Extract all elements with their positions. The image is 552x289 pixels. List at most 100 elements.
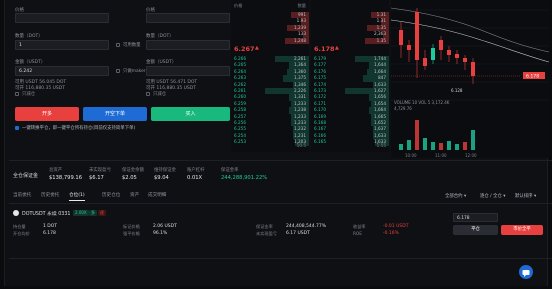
- left-price-input[interactable]: [15, 13, 109, 23]
- filter-select[interactable]: 全部合约 ▾: [445, 193, 466, 199]
- tab-item[interactable]: 历史仓位: [102, 192, 120, 198]
- candle-body: [463, 58, 467, 62]
- candle-body: [415, 12, 419, 60]
- volume-bar: [423, 138, 427, 150]
- candle-body: [455, 54, 459, 58]
- right-reduce-label: 只减仓: [153, 92, 167, 97]
- ask-size: 1.93: [296, 18, 306, 24]
- position-symbol[interactable]: DOTUSDT 永续 0331: [22, 210, 70, 217]
- bid-size: 2,226: [294, 88, 306, 93]
- filter-select[interactable]: 默认排序 ▾: [515, 193, 536, 199]
- low-tag: 6.128: [451, 88, 463, 93]
- bid-price: 6.175: [314, 75, 326, 81]
- bid-size: 1,644: [374, 62, 386, 68]
- bid-price: 6.169: [314, 113, 326, 119]
- bid-size: 1,346: [294, 81, 306, 87]
- book-footer: 10.5: [296, 143, 306, 148]
- right-amount-input[interactable]: [146, 66, 230, 76]
- green-action-button[interactable]: 买入: [151, 107, 230, 121]
- account-item-value: $9.04: [154, 175, 169, 181]
- right-price-input[interactable]: [146, 13, 230, 23]
- close-price-input[interactable]: 6.178: [453, 213, 498, 222]
- bid-size: 847: [378, 75, 386, 81]
- ask-size: 1.31: [376, 12, 386, 17]
- account-item-value: $6.17: [89, 175, 104, 181]
- open-short-button[interactable]: 开空下单: [83, 107, 147, 121]
- position-field-value: 6.178: [43, 231, 56, 236]
- note-checkbox[interactable]: [15, 126, 19, 130]
- candle-body: [447, 50, 451, 55]
- bid-price: 6.255: [234, 126, 246, 132]
- position-field-value: 1 DOT: [43, 224, 58, 229]
- position-field-value: 244,408,544.77%: [286, 224, 327, 229]
- bid-size: 1,364: [294, 62, 306, 68]
- candle-body: [423, 58, 427, 66]
- bid-price: 6.261: [234, 88, 246, 93]
- tab-item[interactable]: 当前委托: [13, 192, 31, 198]
- volume-bar: [439, 143, 443, 150]
- bid-size: 1,331: [294, 94, 306, 100]
- bid-price: 6.260: [234, 94, 246, 100]
- volume-bar: [431, 142, 435, 150]
- position-field-label: ROE: [353, 231, 362, 236]
- filter-select[interactable]: 逐仓 / 全仓 ▾: [480, 193, 505, 199]
- bid-price: 6.177: [314, 62, 326, 68]
- x-tick: 12:00: [465, 153, 477, 158]
- ask-size: 1.35: [376, 37, 386, 43]
- account-item-label: 保证金率: [221, 168, 239, 173]
- market-close-button[interactable]: 市价全平: [501, 225, 543, 235]
- bid-size: 1,633: [374, 81, 386, 87]
- candle-body: [399, 30, 403, 45]
- ask-row[interactable]: 1,248: [231, 37, 309, 44]
- position-field-label: 收益率: [353, 224, 366, 229]
- tab-item[interactable]: 仓位(1): [69, 192, 85, 201]
- divider-tabs: [9, 203, 552, 204]
- trading-panel: 价格 价格 数量（DOT） 1 可用数量 数量（DOT） 金额（USDT） 6.…: [4, 0, 552, 286]
- bid-size: 1,232: [294, 126, 306, 132]
- right-qty-input[interactable]: [146, 40, 230, 50]
- left-qty-input[interactable]: 1: [15, 40, 109, 50]
- account-item-value: $2.05: [122, 175, 137, 181]
- right-qty-label: 数量（DOT）: [146, 34, 174, 39]
- volume-bar: [471, 130, 475, 150]
- kline-chart[interactable]: 6.178 6.128 VOLUME 10 VOL 5 3,172.4K 4,729.…: [391, 0, 549, 158]
- ask-size: 2,363: [374, 31, 386, 37]
- close-button[interactable]: 平仓: [453, 225, 498, 235]
- left-maker-checkbox[interactable]: [116, 69, 120, 73]
- account-item-value: $138,799.16: [49, 175, 83, 181]
- bid-price: 6.263: [234, 75, 246, 81]
- bid-price: 6.168: [314, 120, 326, 125]
- bid-price: 6.265: [234, 62, 246, 68]
- buy-long-button[interactable]: 开多: [15, 107, 79, 121]
- tab-item[interactable]: 成交明细: [148, 192, 166, 198]
- left-qty-check-label: 可用数量: [123, 43, 141, 48]
- bid-size: 1,633: [374, 132, 386, 138]
- tab-item[interactable]: 历史委托: [41, 192, 59, 198]
- left-amount-input[interactable]: 6.242: [15, 66, 109, 76]
- account-item-label: 总资产: [49, 168, 63, 173]
- ask-size: 133: [298, 31, 306, 37]
- position-field-value: 96.1%: [153, 231, 168, 236]
- ask-row[interactable]: 1.35: [311, 37, 389, 44]
- bid-price: 6.262: [234, 81, 246, 87]
- bid-size: 1,664: [374, 68, 386, 74]
- position-field-label: 强平价格: [123, 231, 140, 236]
- right-reduce-checkbox[interactable]: [146, 92, 150, 96]
- left-qty-checkbox[interactable]: [116, 43, 120, 47]
- bid-price: 6.256: [234, 120, 246, 125]
- left-reduce-checkbox[interactable]: [15, 92, 19, 96]
- bid-price: 6.167: [314, 126, 326, 132]
- dot-coin-icon: [13, 210, 19, 216]
- left-qty-label: 数量（DOT）: [15, 34, 43, 39]
- tab-item[interactable]: 资产: [130, 192, 139, 198]
- divider-top: [9, 160, 552, 161]
- account-title: 全仓保证金: [13, 173, 39, 179]
- volume-bar: [399, 144, 403, 150]
- position-field-value: 2.06 USDT: [153, 224, 177, 229]
- volume-label: VOLUME 10 VOL 5 3,172.4K: [394, 100, 450, 105]
- volume-bar: [455, 144, 459, 150]
- chat-support-button[interactable]: [519, 265, 533, 279]
- position-field-label: 开仓均价: [13, 231, 30, 236]
- bid-price: 6.253: [234, 139, 246, 145]
- bid-price: 6.259: [234, 100, 246, 106]
